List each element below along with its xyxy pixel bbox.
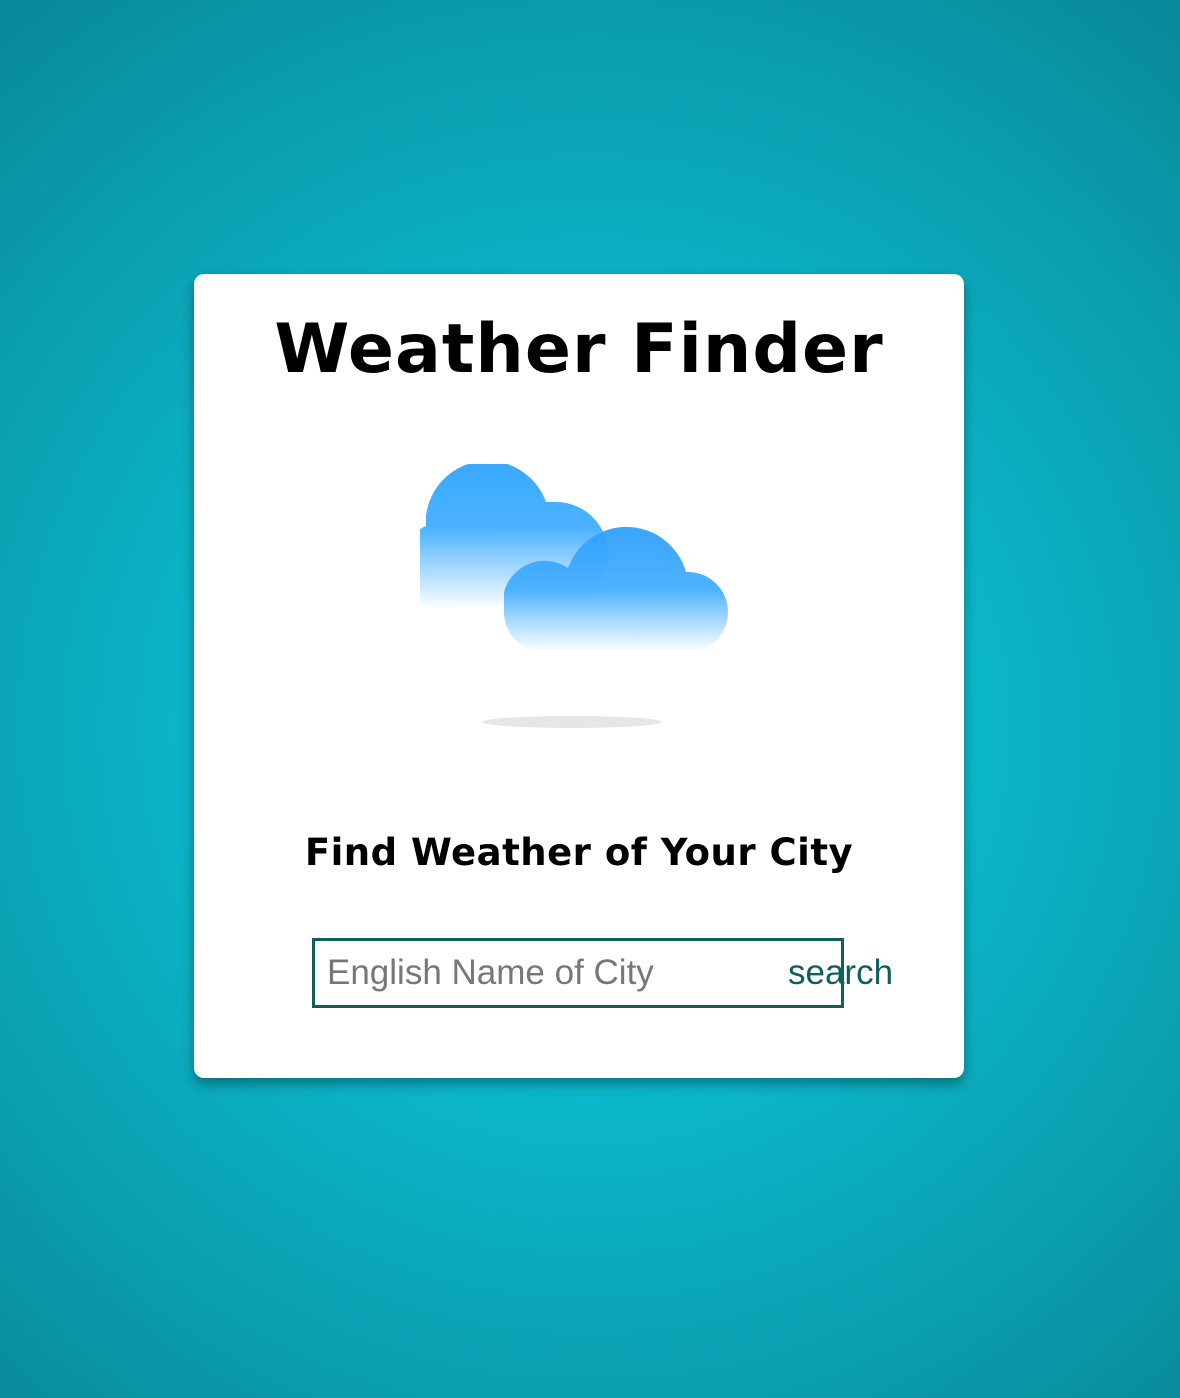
cloud-icon (420, 464, 728, 728)
cloud-shadow (482, 716, 662, 728)
search-form: search (312, 938, 893, 1008)
page-title: Weather Finder (274, 310, 884, 389)
weather-card: Weather Finder Find Weather of Your City… (194, 274, 964, 1078)
city-search-input[interactable] (315, 941, 778, 1005)
search-button[interactable]: search (778, 941, 907, 1005)
cloud-illustration (420, 464, 740, 734)
page-subtitle: Find Weather of Your City (304, 831, 854, 874)
